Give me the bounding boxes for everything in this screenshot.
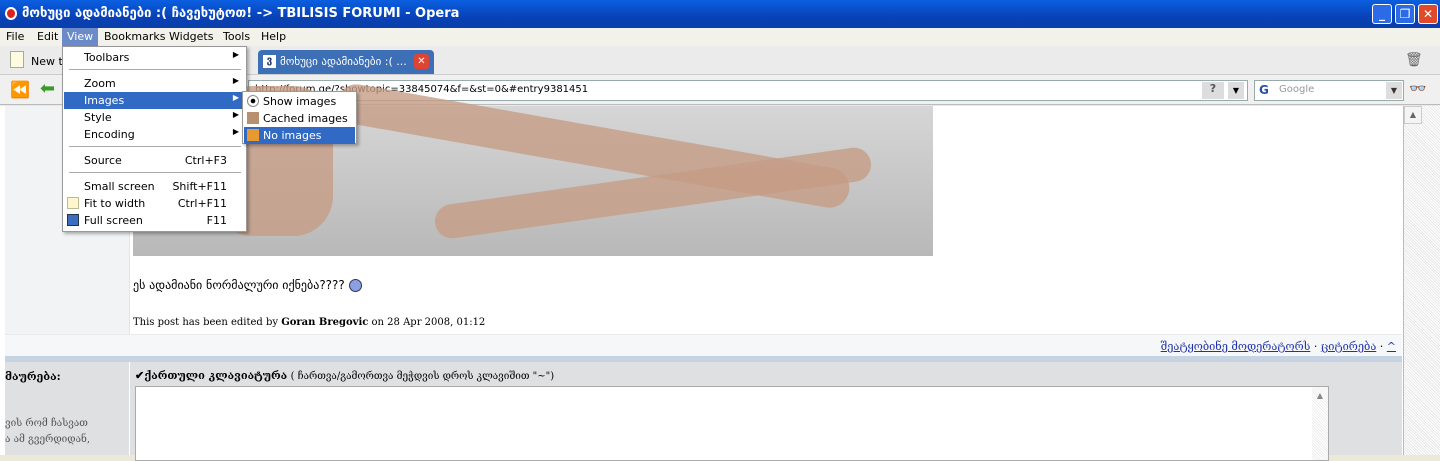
label: Toolbars bbox=[84, 51, 130, 64]
images-submenu: Show images Cached images No images bbox=[242, 91, 357, 144]
menu-item-source[interactable]: Source Ctrl+F3 bbox=[64, 152, 245, 169]
menu-separator bbox=[69, 69, 241, 70]
menu-item-full-screen[interactable]: Full screen F11 bbox=[64, 212, 245, 229]
restore-button[interactable]: ❐ bbox=[1395, 4, 1415, 24]
full-screen-icon bbox=[67, 214, 79, 226]
edited-note: This post has been edited by Goran Brego… bbox=[133, 317, 485, 328]
smiley-icon bbox=[348, 279, 362, 292]
cached-images-icon bbox=[247, 112, 259, 124]
menu-widgets[interactable]: Widgets bbox=[169, 30, 213, 43]
menu-item-no-images[interactable]: No images bbox=[244, 127, 355, 144]
scroll-up-icon[interactable]: ▲ bbox=[1312, 387, 1328, 400]
submenu-arrow-icon: ▶ bbox=[232, 110, 239, 119]
menu-separator bbox=[69, 146, 241, 147]
shortcut: Ctrl+F3 bbox=[184, 154, 227, 167]
edited-user[interactable]: Goran Bregovic bbox=[281, 317, 368, 328]
submenu-arrow-icon: ▶ bbox=[232, 93, 239, 102]
help-button[interactable]: ? bbox=[1202, 82, 1224, 99]
keyboard-checkbox[interactable]: ✔ bbox=[135, 369, 144, 382]
menu-item-small-screen[interactable]: Small screen Shift+F11 bbox=[64, 178, 245, 195]
reply-textarea[interactable]: ▲ bbox=[135, 386, 1329, 461]
new-tab-icon bbox=[10, 51, 24, 68]
label: Encoding bbox=[84, 128, 135, 141]
top-link[interactable]: ^ bbox=[1387, 340, 1396, 353]
label: Fit to width bbox=[84, 197, 146, 210]
label: Small screen bbox=[84, 180, 155, 193]
separator: · bbox=[1310, 340, 1321, 353]
reply-hint-1: ვის რომ ჩასვათ bbox=[5, 418, 88, 429]
keyboard-toggle: ✔ქართული კლავიატურა ( ჩართვა/გამორთვა მე… bbox=[135, 369, 554, 382]
reply-hint-2: ა ამ გვერდიდან, bbox=[5, 434, 91, 445]
no-images-icon bbox=[247, 129, 259, 141]
minimize-button[interactable]: _ bbox=[1372, 4, 1392, 24]
edited-date: on 28 Apr 2008, 01:12 bbox=[368, 317, 486, 328]
opera-logo-icon bbox=[5, 7, 17, 20]
reply-label: მაურება: bbox=[5, 370, 61, 383]
close-button[interactable]: ✕ bbox=[1418, 4, 1438, 24]
label: Show images bbox=[263, 95, 337, 108]
label: Style bbox=[84, 111, 112, 124]
menu-item-encoding[interactable]: Encoding ▶ bbox=[64, 126, 245, 143]
submenu-arrow-icon: ▶ bbox=[232, 50, 239, 59]
menu-bar: File Edit View Bookmarks Widgets Tools H… bbox=[0, 28, 1440, 46]
quote-link[interactable]: ციტირება bbox=[1321, 340, 1376, 353]
trash-icon[interactable]: 🗑 bbox=[1405, 52, 1423, 68]
close-tab-icon[interactable]: ✕ bbox=[414, 54, 429, 69]
submenu-arrow-icon: ▶ bbox=[232, 76, 239, 85]
menu-item-cached-images[interactable]: Cached images bbox=[244, 110, 355, 127]
post-body: ეს ადამიანი ნორმალური იქნება???? bbox=[133, 278, 362, 292]
report-link[interactable]: შეატყობინე მოდერატორს bbox=[1161, 340, 1311, 353]
menu-file[interactable]: File bbox=[6, 30, 24, 43]
page-scrollbar[interactable]: ▲ bbox=[1403, 106, 1440, 455]
page-scroll-up-icon[interactable]: ▲ bbox=[1404, 106, 1422, 124]
search-dropdown-icon[interactable]: ▼ bbox=[1386, 82, 1402, 99]
keyboard-hint: ( ჩართვა/გამორთვა მეჭდვის დროს კლავიშით … bbox=[290, 371, 555, 382]
label: No images bbox=[263, 129, 322, 142]
separator: · bbox=[1376, 340, 1387, 353]
submenu-arrow-icon: ▶ bbox=[232, 127, 239, 136]
radio-selected-icon bbox=[247, 95, 259, 107]
keyboard-label: ქართული კლავიატურა bbox=[144, 369, 288, 382]
tab-active[interactable]: ვ მოხუცი ადამიანები :( ... ✕ bbox=[258, 50, 434, 74]
view-menu: Toolbars ▶ Zoom ▶ Images ▶ Style ▶ Encoding ▶… bbox=[62, 46, 247, 232]
menu-help[interactable]: Help bbox=[261, 30, 286, 43]
tab-title: მოხუცი ადამიანები :( ... bbox=[280, 55, 407, 68]
label: Zoom bbox=[84, 77, 116, 90]
search-placeholder: Google bbox=[1279, 84, 1315, 95]
menu-tools[interactable]: Tools bbox=[223, 30, 250, 43]
label: Images bbox=[84, 94, 125, 107]
label: Cached images bbox=[263, 112, 348, 125]
menu-item-toolbars[interactable]: Toolbars ▶ bbox=[64, 49, 245, 66]
textarea-scrollbar[interactable]: ▲ bbox=[1312, 387, 1328, 460]
site-favicon-icon: ვ bbox=[263, 55, 276, 68]
search-input[interactable]: G Google ▼ bbox=[1254, 80, 1404, 101]
window-title: მოხუცი ადამიანები :( ჩავეხუტოთ! -> TBILI… bbox=[22, 6, 460, 21]
menu-view[interactable]: View bbox=[62, 28, 99, 46]
shortcut: Ctrl+F11 bbox=[177, 197, 227, 210]
label: Source bbox=[84, 154, 122, 167]
google-icon: G bbox=[1259, 83, 1269, 97]
fit-to-width-icon bbox=[67, 197, 79, 209]
menu-edit[interactable]: Edit bbox=[37, 30, 58, 43]
menu-separator bbox=[69, 172, 241, 173]
back-icon[interactable]: ⬅ bbox=[40, 78, 55, 99]
menu-bookmarks[interactable]: Bookmarks bbox=[104, 30, 165, 43]
rewind-icon[interactable]: ⏪ bbox=[10, 80, 30, 99]
glasses-icon[interactable]: 👓 bbox=[1409, 81, 1426, 97]
menu-item-images[interactable]: Images ▶ bbox=[64, 92, 245, 109]
reply-sidebar: მაურება: ვის რომ ჩასვათ ა ამ გვერდიდან, bbox=[5, 362, 130, 455]
menu-item-fit-to-width[interactable]: Fit to width Ctrl+F11 bbox=[64, 195, 245, 212]
title-bar: მოხუცი ადამიანები :( ჩავეხუტოთ! -> TBILI… bbox=[0, 0, 1440, 28]
menu-item-zoom[interactable]: Zoom ▶ bbox=[64, 75, 245, 92]
menu-item-show-images[interactable]: Show images bbox=[244, 93, 355, 110]
menu-item-style[interactable]: Style ▶ bbox=[64, 109, 245, 126]
label: Full screen bbox=[84, 214, 143, 227]
reply-form: მაურება: ვის რომ ჩასვათ ა ამ გვერდიდან, … bbox=[5, 362, 1402, 461]
address-dropdown-icon[interactable]: ▼ bbox=[1228, 82, 1244, 99]
post-text: ეს ადამიანი ნორმალური იქნება???? bbox=[133, 278, 345, 292]
shortcut: F11 bbox=[206, 214, 227, 227]
edited-prefix: This post has been edited by bbox=[133, 317, 282, 328]
post-links: შეატყობინე მოდერატორს · ციტირება · ^ bbox=[1161, 340, 1396, 353]
shortcut: Shift+F11 bbox=[172, 180, 227, 193]
